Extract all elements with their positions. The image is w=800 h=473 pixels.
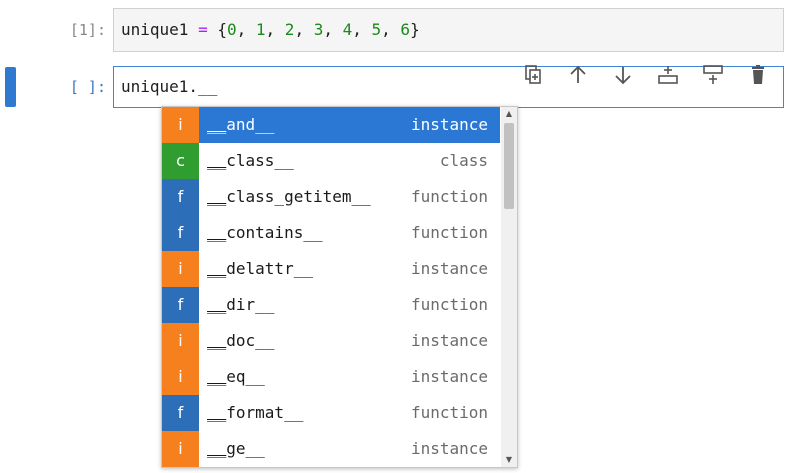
completion-scrollbar[interactable]: ▲ ▼ [501, 107, 517, 467]
scrollbar-thumb[interactable] [504, 123, 514, 209]
completion-item[interactable]: f __contains__ function [162, 215, 500, 251]
completion-label: __dir__ [207, 295, 275, 314]
completion-item[interactable]: i __delattr__ instance [162, 251, 500, 287]
completion-label: __class__ [207, 151, 294, 170]
code-cell-1[interactable]: [1]: unique1 = {0, 1, 2, 3, 4, 5, 6} [0, 8, 800, 52]
completion-popup: ▲ ▼ i __and__ instance c __class__ class f __cl… [161, 106, 518, 468]
completion-label: __doc__ [207, 331, 275, 350]
completion-type-badge: f [162, 215, 199, 251]
code-editor[interactable]: unique1.__ [113, 66, 784, 108]
move-down-icon[interactable] [610, 62, 636, 88]
completion-kind: function [410, 403, 488, 422]
code-token: , [236, 20, 256, 39]
completion-type-badge: i [162, 359, 199, 395]
code-token: , [323, 20, 343, 39]
code-token: 1 [255, 20, 266, 39]
completion-type-badge: i [162, 107, 199, 143]
completion-kind: function [410, 187, 488, 206]
completion-kind: instance [410, 367, 488, 386]
duplicate-cell-icon[interactable] [520, 62, 546, 88]
code-token: 6 [400, 20, 411, 39]
code-token: , [294, 20, 314, 39]
code-token: 3 [313, 20, 324, 39]
completion-type-badge: i [162, 251, 199, 287]
code-token: , [352, 20, 372, 39]
code-token: , [265, 20, 285, 39]
completion-label: __eq__ [207, 367, 265, 386]
completion-item[interactable]: i __and__ instance [162, 107, 500, 143]
completion-type-badge: c [162, 143, 199, 179]
completion-kind: instance [410, 259, 488, 278]
cell-prompt: [ ]: [69, 78, 106, 96]
completion-label: __and__ [207, 115, 275, 134]
completion-item[interactable]: f __format__ function [162, 395, 500, 431]
completion-kind: class [439, 151, 488, 170]
completion-kind: instance [410, 331, 488, 350]
code-token: 4 [342, 20, 353, 39]
code-token: = [198, 20, 208, 39]
completion-item[interactable]: i __eq__ instance [162, 359, 500, 395]
scroll-up-arrow-icon[interactable]: ▲ [501, 107, 517, 121]
scroll-down-arrow-icon[interactable]: ▼ [501, 453, 517, 467]
completion-label: __class_getitem__ [207, 187, 371, 206]
insert-cell-above-icon[interactable] [655, 62, 681, 88]
completion-kind: function [410, 295, 488, 314]
completion-type-badge: f [162, 287, 199, 323]
completion-kind: instance [410, 115, 488, 134]
completion-label: __format__ [207, 403, 304, 422]
completion-kind: function [410, 223, 488, 242]
completion-type-badge: f [162, 179, 199, 215]
code-token: 5 [371, 20, 382, 39]
insert-cell-below-icon[interactable] [700, 62, 726, 88]
completion-item[interactable]: f __class_getitem__ function [162, 179, 500, 215]
move-up-icon[interactable] [565, 62, 591, 88]
code-token: 0 [226, 20, 237, 39]
cell-prompt: [1]: [69, 21, 106, 39]
code-token: , [381, 20, 401, 39]
completion-label: __contains__ [207, 223, 323, 242]
code-token: 2 [284, 20, 295, 39]
code-editor[interactable]: unique1 = {0, 1, 2, 3, 4, 5, 6} [113, 8, 784, 52]
code-token: { [207, 20, 227, 39]
completion-kind: instance [410, 439, 488, 458]
completion-item[interactable]: i __doc__ instance [162, 323, 500, 359]
completion-item[interactable]: c __class__ class [162, 143, 500, 179]
completion-item[interactable]: f __dir__ function [162, 287, 500, 323]
completion-label: __ge__ [207, 439, 265, 458]
code-token: unique1 [121, 20, 189, 39]
code-token: } [410, 20, 420, 39]
completion-type-badge: i [162, 431, 199, 467]
completion-type-badge: f [162, 395, 199, 431]
completion-type-badge: i [162, 323, 199, 359]
code-text: unique1.__ [121, 77, 218, 96]
completion-item[interactable]: i __ge__ instance [162, 431, 500, 467]
delete-cell-icon[interactable] [745, 62, 771, 88]
completion-label: __delattr__ [207, 259, 313, 278]
